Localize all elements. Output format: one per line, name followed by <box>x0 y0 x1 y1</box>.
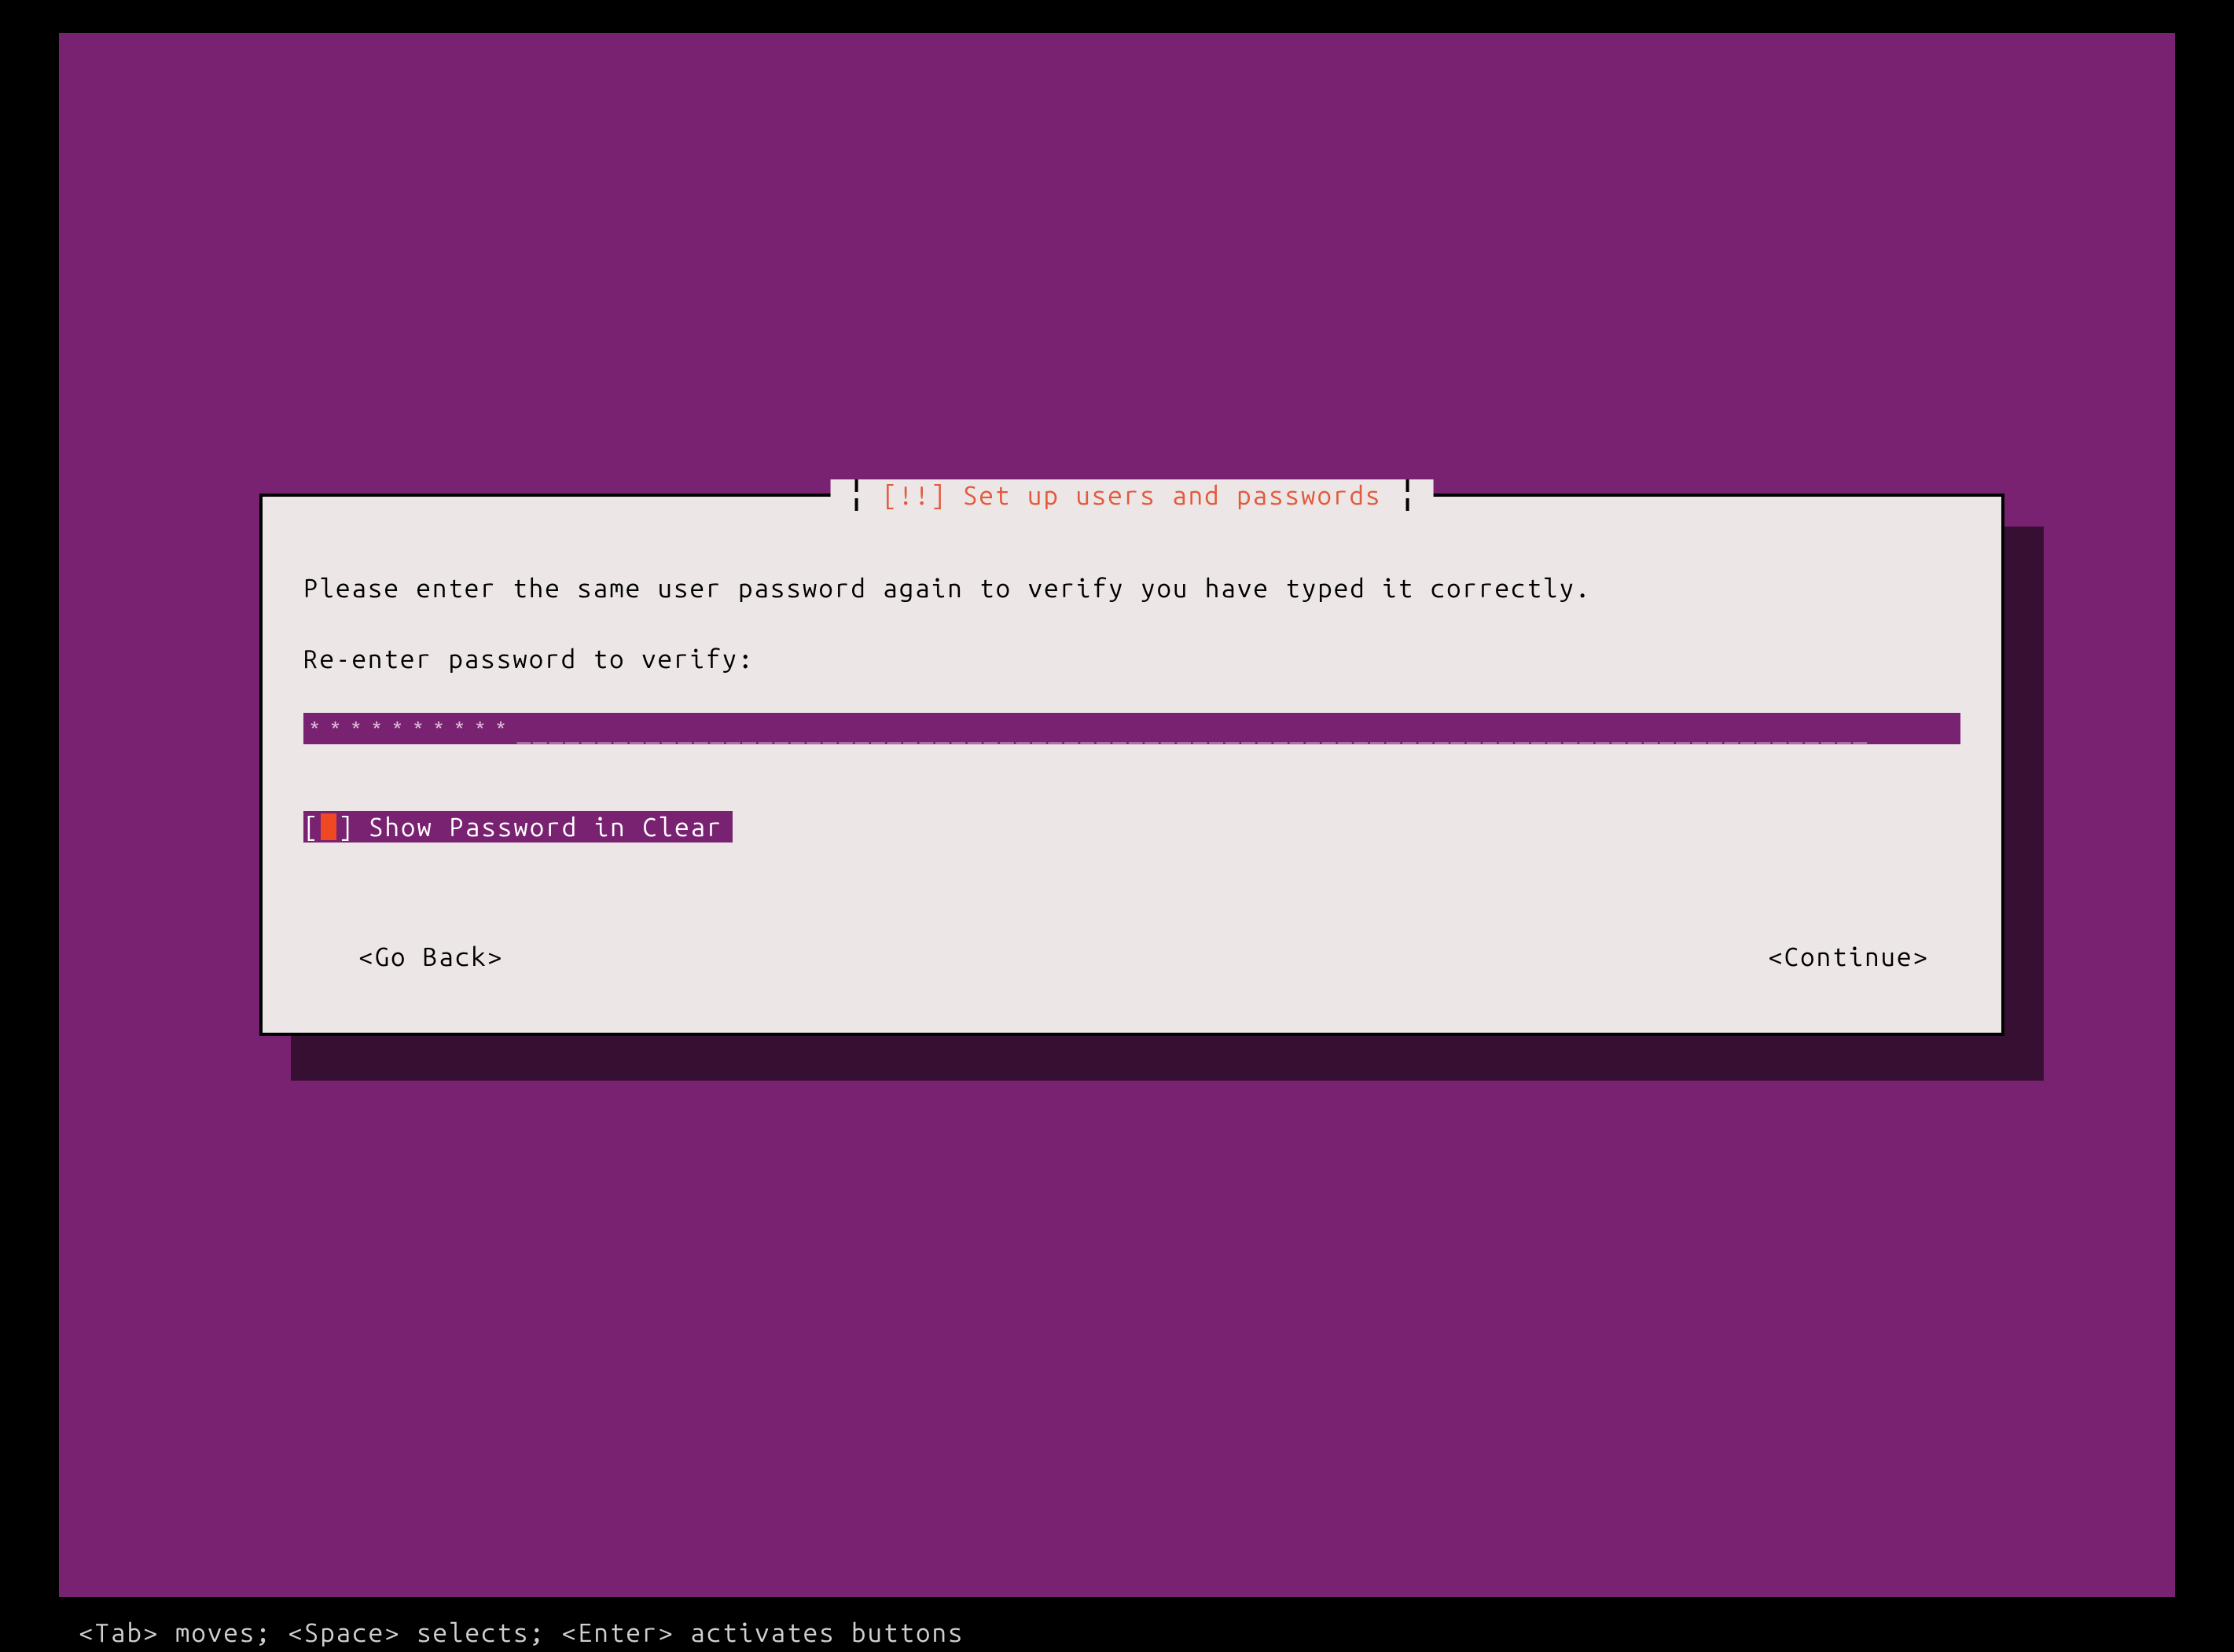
checkbox-label: Show Password in Clear <box>355 814 723 840</box>
checkbox-cursor <box>321 813 336 840</box>
go-back-button[interactable]: <Go Back> <box>303 944 503 970</box>
dialog-button-row: <Go Back> <Continue> <box>303 944 1960 970</box>
checkbox-right-bracket: ] <box>338 814 354 840</box>
instruction-text: Please enter the same user password agai… <box>303 575 1960 601</box>
password-masked-value: ********** <box>303 719 516 744</box>
keyboard-hint-bar: <Tab> moves; <Space> selects; <Enter> ac… <box>79 1618 964 1647</box>
title-border-left <box>848 479 865 511</box>
password-verify-dialog: [!!] Set up users and passwords Please e… <box>259 494 2004 1036</box>
password-fill-underline: ________________________________________… <box>516 714 1960 743</box>
continue-button[interactable]: <Continue> <box>1768 944 1960 970</box>
dialog-title: [!!] Set up users and passwords <box>883 483 1382 508</box>
password-input[interactable]: ********** _____________________________… <box>303 713 1960 744</box>
title-border-right <box>1398 479 1416 511</box>
show-password-checkbox[interactable]: [ ] Show Password in Clear <box>303 811 733 843</box>
password-field-label: Re-enter password to verify: <box>303 646 754 672</box>
dialog-title-bar: [!!] Set up users and passwords <box>831 479 1434 511</box>
checkbox-left-bracket: [ <box>303 814 319 840</box>
